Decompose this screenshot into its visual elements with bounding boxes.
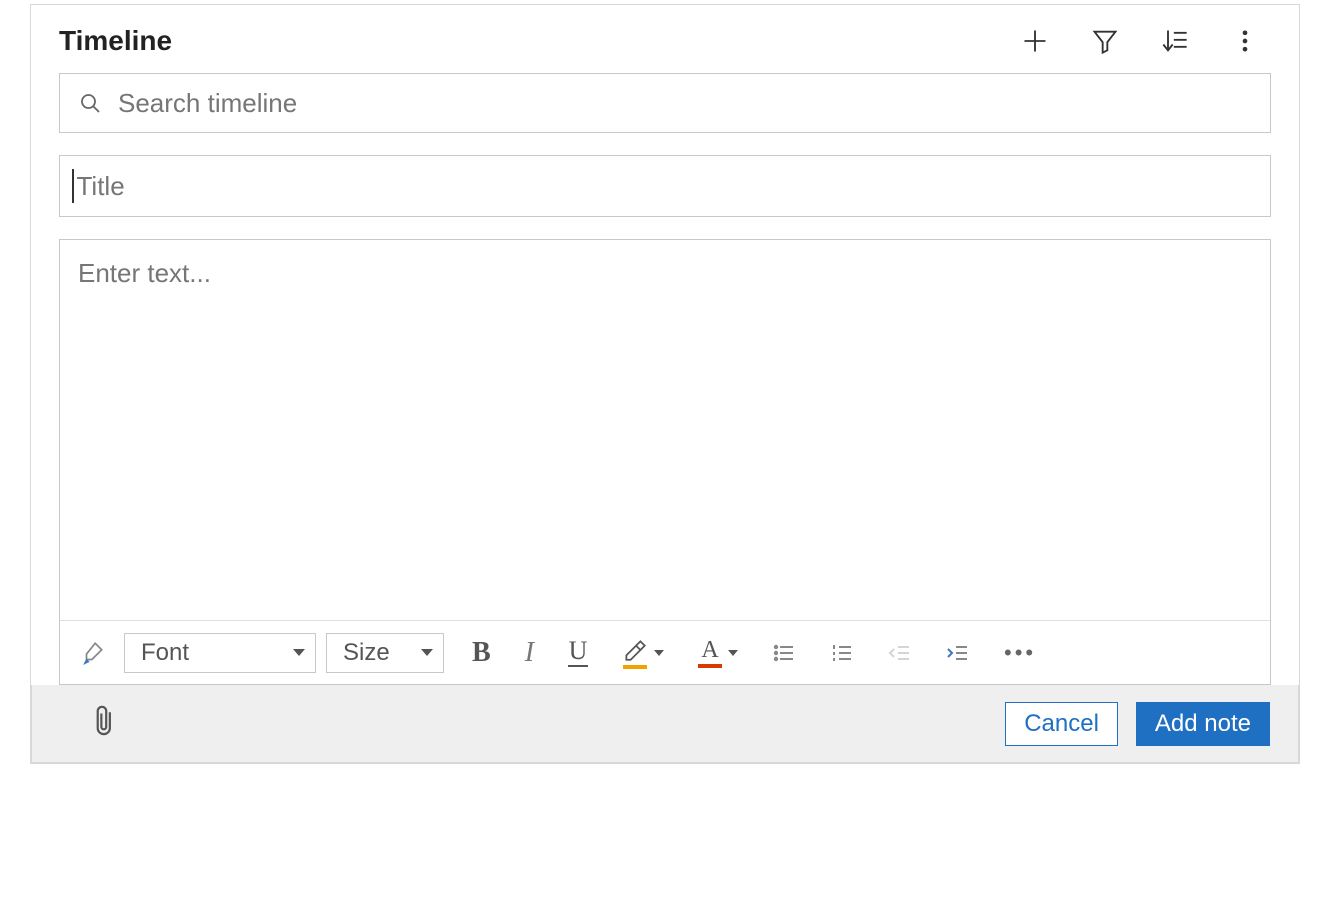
italic-icon: I [525, 637, 534, 669]
filter-icon [1091, 27, 1119, 55]
note-title-field[interactable] [59, 155, 1271, 217]
timeline-panel: Timeline Enter text... [30, 4, 1300, 764]
bold-icon: B [472, 637, 491, 669]
more-commands-button[interactable] [1227, 23, 1263, 59]
search-timeline-field[interactable] [59, 73, 1271, 133]
add-note-button[interactable]: Add note [1136, 702, 1270, 746]
increase-indent-button[interactable] [940, 637, 976, 669]
paperclip-icon [90, 705, 120, 739]
paintbrush-icon [80, 640, 106, 666]
attach-file-button[interactable] [86, 701, 124, 746]
format-painter-button[interactable] [72, 634, 114, 672]
chevron-down-icon [654, 650, 664, 656]
cancel-button[interactable]: Cancel [1005, 702, 1118, 746]
add-record-button[interactable] [1017, 23, 1053, 59]
chevron-down-icon [728, 650, 738, 656]
sort-button[interactable] [1157, 23, 1193, 59]
font-color-icon: A [698, 638, 722, 668]
timeline-header-actions [1017, 23, 1271, 59]
search-timeline-input[interactable] [116, 87, 1252, 120]
chevron-down-icon [421, 649, 433, 656]
filter-button[interactable] [1087, 23, 1123, 59]
chevron-down-icon [293, 649, 305, 656]
bulleted-list-button[interactable] [766, 637, 802, 669]
sort-icon [1161, 27, 1189, 55]
font-color-button[interactable]: A [692, 634, 744, 672]
text-format-group: B I U A [466, 633, 1042, 673]
highlight-icon [622, 637, 648, 669]
plus-icon [1021, 27, 1049, 55]
italic-button[interactable]: I [519, 633, 540, 673]
text-cursor [72, 169, 74, 203]
timeline-header: Timeline [59, 5, 1271, 73]
font-size-label: Size [343, 639, 390, 667]
note-title-input[interactable] [75, 170, 1259, 203]
timeline-title: Timeline [59, 25, 172, 57]
numbered-list-button[interactable] [824, 637, 860, 669]
bold-button[interactable]: B [466, 633, 497, 673]
bulleted-list-icon [772, 641, 796, 665]
underline-button[interactable]: U [562, 634, 594, 671]
note-editor: Enter text... Font Size B I U [59, 239, 1271, 685]
more-vertical-icon [1231, 27, 1259, 55]
numbered-list-icon [830, 641, 854, 665]
font-family-label: Font [141, 639, 189, 667]
search-icon [78, 91, 102, 115]
note-body-input[interactable]: Enter text... [60, 240, 1270, 620]
decrease-indent-icon [888, 641, 912, 665]
rich-text-toolbar: Font Size B I U [60, 620, 1270, 684]
decrease-indent-button[interactable] [882, 637, 918, 669]
note-footer: Cancel Add note [31, 685, 1299, 763]
more-formatting-button[interactable]: ••• [998, 636, 1042, 670]
underline-icon: U [568, 638, 588, 667]
font-size-select[interactable]: Size [326, 633, 444, 673]
increase-indent-icon [946, 641, 970, 665]
ellipsis-icon: ••• [1004, 640, 1036, 666]
font-family-select[interactable]: Font [124, 633, 316, 673]
highlight-color-button[interactable] [616, 633, 670, 673]
note-footer-actions: Cancel Add note [1005, 702, 1270, 746]
